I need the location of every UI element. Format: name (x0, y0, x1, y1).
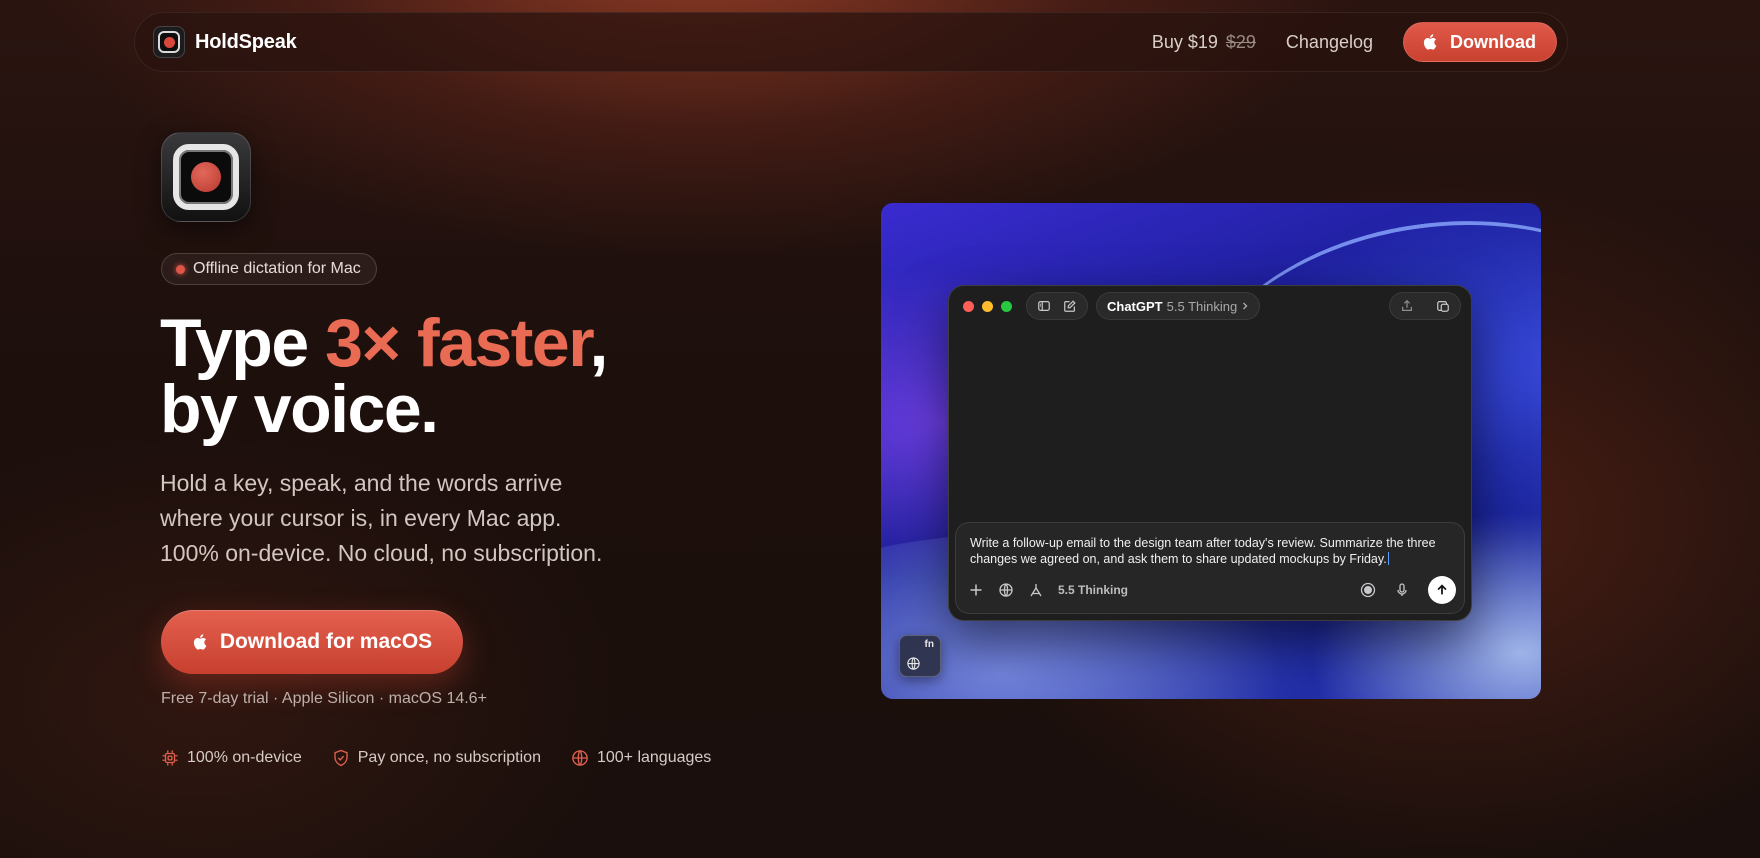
feature-label: Pay once, no subscription (357, 749, 541, 766)
composer-toolbar: 5.5 Thinking (968, 575, 1456, 605)
model-selector[interactable]: ChatGPT 5.5 Thinking (1096, 292, 1261, 320)
chip-icon (162, 750, 178, 766)
buy-price: Buy $19 (1151, 31, 1218, 52)
globe-icon[interactable] (998, 582, 1014, 598)
headline-line2: by voice. (160, 371, 439, 447)
toolbar-group-right (1389, 292, 1461, 320)
minimize-window-icon[interactable] (982, 300, 993, 312)
copy-window-icon[interactable] (1432, 295, 1454, 317)
top-nav: HoldSpeak Buy $19 $29 Changelog Download (134, 12, 1568, 72)
globe-icon (907, 657, 920, 670)
shield-check-icon (334, 749, 348, 767)
chat-window: ChatGPT 5.5 Thinking Write a follow-up e… (948, 285, 1472, 621)
tools-icon[interactable] (1028, 582, 1044, 598)
feature-label: 100+ languages (596, 749, 712, 766)
product-screenshot: ChatGPT 5.5 Thinking Write a follow-up e… (881, 203, 1541, 699)
composer-mode[interactable]: 5.5 Thinking (1058, 583, 1128, 597)
download-macos-label: Download for macOS (219, 630, 433, 653)
brand[interactable]: HoldSpeak (153, 26, 297, 58)
subtext-line-3: 100% on-device. No cloud, no subscriptio… (160, 540, 603, 566)
fn-key: fn (899, 635, 941, 677)
download-macos-button[interactable]: Download for macOS (161, 610, 463, 674)
window-titlebar: ChatGPT 5.5 Thinking (949, 286, 1471, 326)
message-composer[interactable]: Write a follow-up email to the design te… (955, 522, 1465, 614)
headline-comma: , (589, 305, 608, 381)
voice-mode-icon[interactable] (1360, 582, 1376, 598)
toolbar-group (1026, 292, 1088, 320)
composer-text: Write a follow-up email to the design te… (970, 536, 1436, 566)
chevron-right-icon (1243, 302, 1248, 310)
feature-item: 100% on-device (161, 749, 302, 767)
apple-icon (1423, 34, 1437, 50)
offline-badge: Offline dictation for Mac (161, 253, 377, 285)
hero-headline: Type 3× faster, by voice. (160, 309, 608, 443)
new-chat-icon[interactable] (1059, 295, 1081, 317)
feature-list: 100% on-device Pay once, no subscription… (161, 749, 711, 767)
feature-item: 100+ languages (571, 749, 711, 767)
sidebar-toggle-icon[interactable] (1033, 295, 1055, 317)
trial-fineprint: Free 7-day trial · Apple Silicon · macOS… (161, 690, 487, 707)
nav-download-button[interactable]: Download (1403, 22, 1557, 62)
model-name: ChatGPT (1107, 298, 1163, 314)
subtext-line-2: where your cursor is, in every Mac app. (160, 505, 562, 531)
plus-icon[interactable] (968, 582, 984, 598)
composer-input[interactable]: Write a follow-up email to the design te… (970, 535, 1448, 567)
feature-item: Pay once, no subscription (332, 749, 541, 767)
zoom-window-icon[interactable] (1001, 300, 1012, 312)
nav-download-label: Download (1450, 31, 1536, 52)
globe-icon (572, 750, 588, 766)
offline-badge-label: Offline dictation for Mac (193, 260, 361, 277)
buy-old-price: $29 (1225, 31, 1256, 52)
headline-accent: 3× faster (325, 305, 591, 381)
feature-label: 100% on-device (187, 749, 302, 766)
headline-pre: Type (160, 305, 326, 381)
traffic-lights (963, 300, 1012, 312)
close-window-icon[interactable] (963, 300, 974, 312)
model-version: 5.5 Thinking (1166, 298, 1238, 314)
buy-link[interactable]: Buy $19 $29 (1152, 32, 1256, 53)
microphone-icon[interactable] (1394, 582, 1410, 598)
apple-icon (193, 634, 207, 650)
record-dot-icon (176, 264, 185, 274)
text-caret (1387, 552, 1389, 565)
send-button[interactable] (1428, 576, 1456, 604)
hero-subtext: Hold a key, speak, and the words arrive … (160, 466, 680, 571)
changelog-link[interactable]: Changelog (1286, 32, 1373, 53)
brand-logo-icon (153, 26, 185, 58)
fn-key-label: fn (924, 639, 934, 650)
brand-name: HoldSpeak (195, 30, 297, 53)
app-icon (161, 132, 251, 222)
arrow-up-icon (1437, 584, 1447, 595)
share-icon[interactable] (1396, 295, 1418, 317)
subtext-line-1: Hold a key, speak, and the words arrive (160, 470, 563, 496)
